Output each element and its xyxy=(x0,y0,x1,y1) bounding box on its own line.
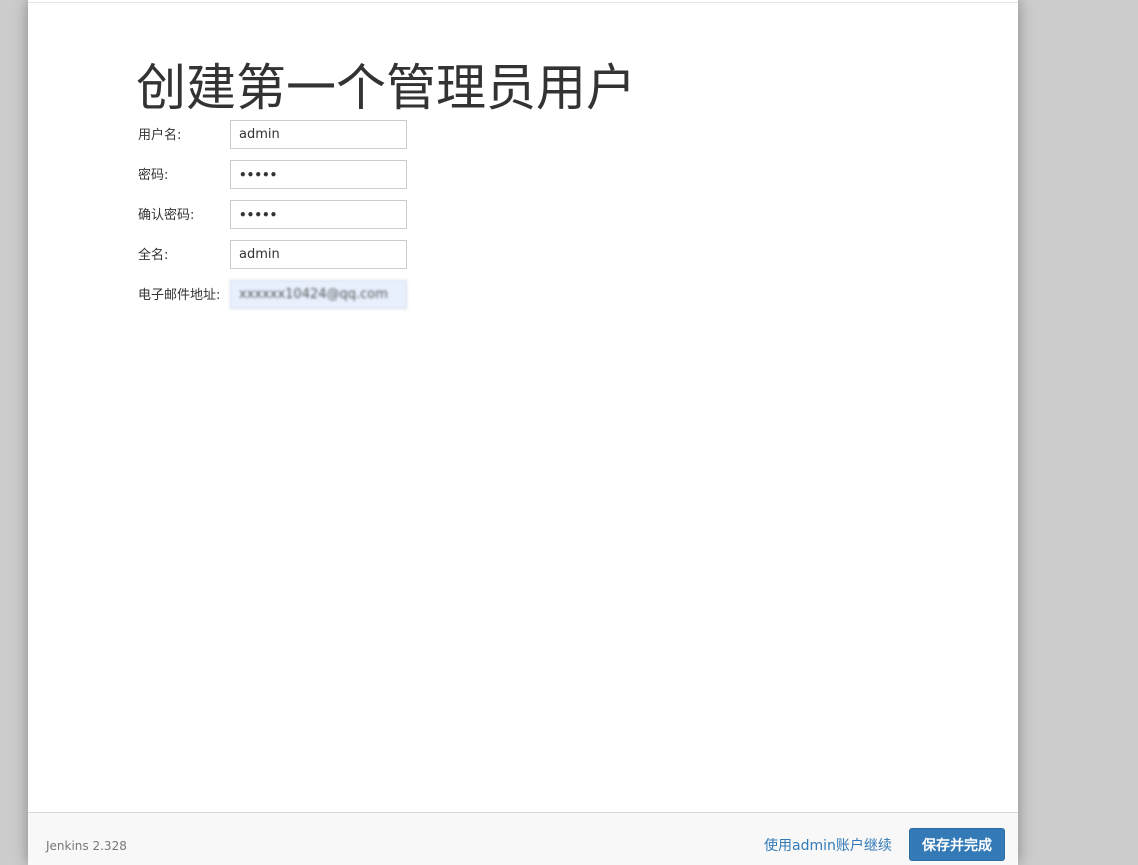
page-title: 创建第一个管理员用户 xyxy=(136,59,636,117)
dialog-footer: Jenkins 2.328 使用admin账户继续 保存并完成 xyxy=(28,812,1018,865)
fullname-label: 全名: xyxy=(138,248,169,263)
password-label: 密码: xyxy=(138,168,169,183)
password-input[interactable] xyxy=(230,160,407,189)
fullname-input[interactable] xyxy=(230,240,407,269)
email-label: 电子邮件地址: xyxy=(138,288,221,303)
confirm-password-input[interactable] xyxy=(230,200,407,229)
username-input[interactable] xyxy=(230,120,407,149)
setup-wizard-dialog: 创建第一个管理员用户 用户名: 密码: 确认密码: 全名: 电子邮件地址: Je… xyxy=(28,0,1018,865)
top-divider xyxy=(28,2,1018,3)
password-row: 密码: xyxy=(138,160,438,190)
confirm-password-row: 确认密码: xyxy=(138,200,438,230)
continue-as-admin-link[interactable]: 使用admin账户继续 xyxy=(764,835,892,855)
email-row: 电子邮件地址: xyxy=(138,280,438,310)
username-label: 用户名: xyxy=(138,128,182,143)
confirm-password-label: 确认密码: xyxy=(138,208,195,223)
username-row: 用户名: xyxy=(138,120,438,150)
save-and-finish-button[interactable]: 保存并完成 xyxy=(909,828,1005,861)
fullname-row: 全名: xyxy=(138,240,438,270)
jenkins-version: Jenkins 2.328 xyxy=(46,839,127,853)
email-input[interactable] xyxy=(230,280,407,309)
